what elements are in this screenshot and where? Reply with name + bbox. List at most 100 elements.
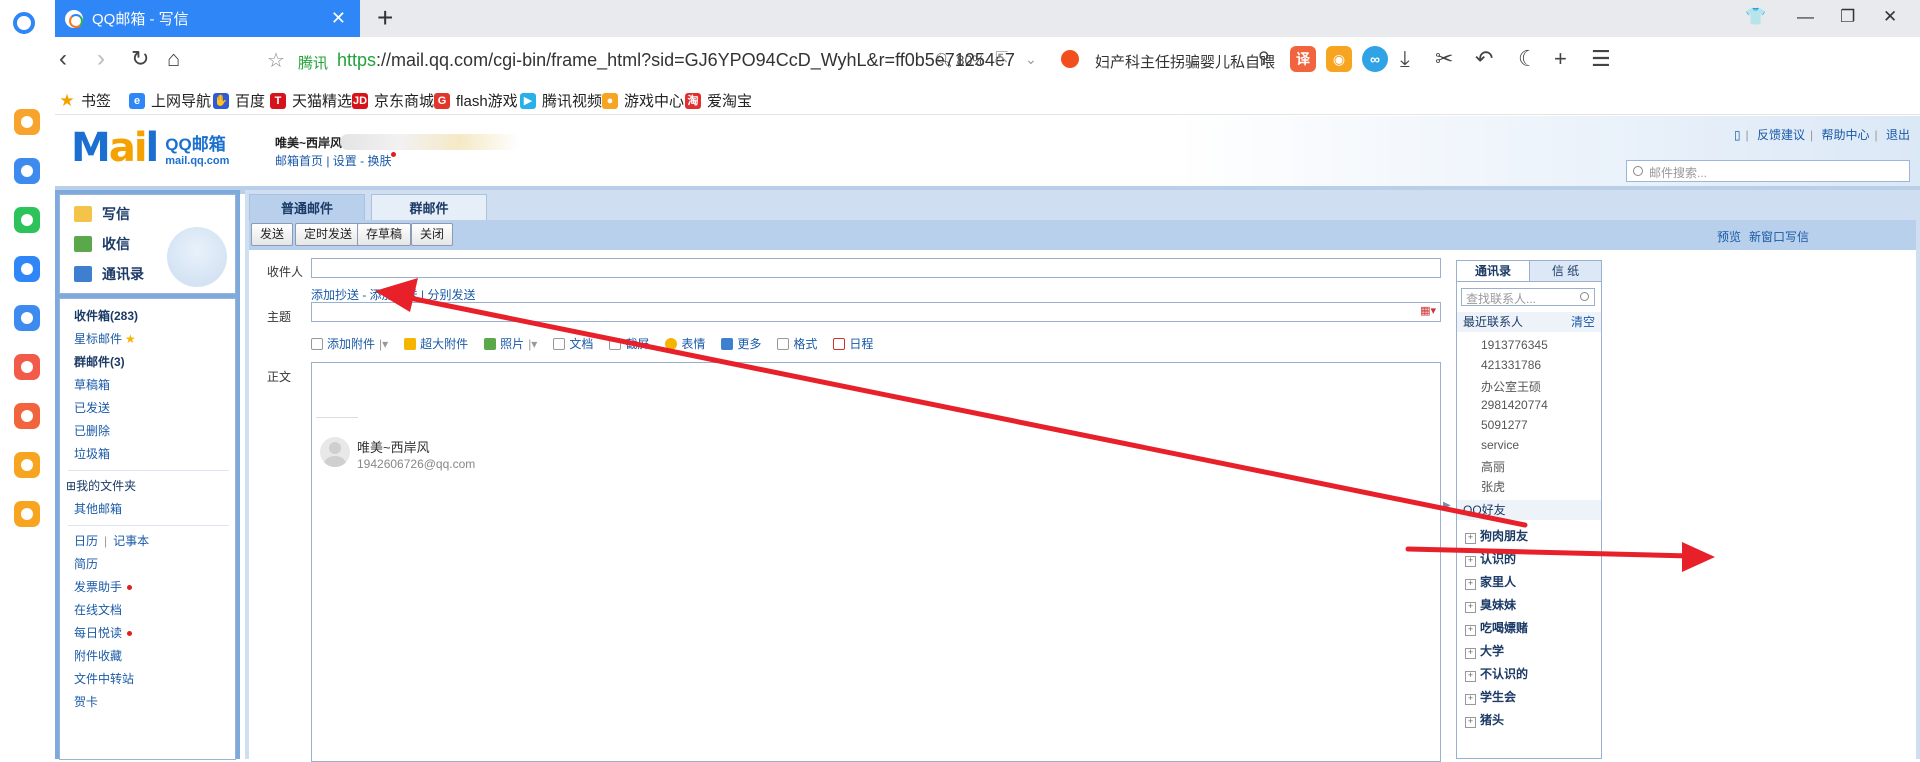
folder-group[interactable]: 群邮件(3): [60, 351, 235, 374]
user-links[interactable]: 邮箱首页 | 设置 - 换肤: [275, 152, 397, 169]
format-button[interactable]: 格式: [777, 335, 817, 352]
night-mode-icon[interactable]: ☾: [1518, 46, 1538, 72]
contact-item[interactable]: 高丽: [1481, 458, 1505, 475]
minimize-button[interactable]: —: [1797, 7, 1814, 27]
bookmark-jd[interactable]: JD 京东商城: [352, 90, 434, 111]
bookmark-favorites[interactable]: ★ 书签: [59, 90, 111, 111]
contact-item[interactable]: service: [1481, 438, 1519, 452]
extension-tool-icon[interactable]: ∞: [1362, 46, 1388, 72]
translate-icon[interactable]: [14, 354, 40, 380]
browser-search-icon[interactable]: ⚲: [1258, 46, 1270, 72]
user-links-text[interactable]: 邮箱首页 | 设置 - 换肤: [275, 154, 391, 168]
browser-search-input[interactable]: 妇产科主任拐骗婴儿私自喂: [1095, 51, 1275, 72]
tab-normal-mail[interactable]: 普通邮件: [249, 194, 365, 220]
bookmark-tencent-video[interactable]: ▶ 腾讯视频: [520, 90, 602, 111]
search-tool-icon[interactable]: [14, 452, 40, 478]
contacts-link[interactable]: 通讯录: [74, 264, 144, 284]
friend-group[interactable]: 大学: [1465, 642, 1504, 659]
contact-search-input[interactable]: 查找联系人...: [1461, 288, 1595, 306]
url-field[interactable]: https://mail.qq.com/cgi-bin/frame_html?s…: [337, 50, 1015, 71]
contact-item[interactable]: 办公室王硕: [1481, 378, 1541, 395]
contact-item[interactable]: 1913776345: [1481, 338, 1548, 352]
bookmark-star-icon[interactable]: ☆: [267, 48, 285, 73]
friend-group[interactable]: 家里人: [1465, 573, 1516, 590]
translate-tool-icon[interactable]: 译: [1290, 46, 1316, 72]
add-icon[interactable]: +: [1554, 46, 1567, 72]
large-attachment-button[interactable]: 超大附件: [404, 335, 468, 352]
friend-group[interactable]: 狗肉朋友: [1465, 527, 1528, 544]
game-tool-icon[interactable]: ◉: [1326, 46, 1352, 72]
tab-group-mail[interactable]: 群邮件: [371, 194, 487, 220]
url-dropdown-icon[interactable]: ⌄: [1025, 46, 1037, 72]
pdf-icon[interactable]: [14, 403, 40, 429]
expand-icon[interactable]: ⊞: [66, 479, 76, 493]
undo-icon[interactable]: ↶: [1475, 46, 1493, 72]
inbox-link[interactable]: 收信: [74, 234, 130, 254]
download-icon[interactable]: ⤓: [1400, 46, 1410, 72]
calendar-link[interactable]: 日历: [74, 534, 98, 548]
favorites-icon[interactable]: [14, 109, 40, 135]
screenshot-button[interactable]: 截屏: [609, 335, 649, 352]
wechat-icon[interactable]: [14, 207, 40, 233]
new-tab-button[interactable]: +: [377, 3, 393, 33]
priority-icon[interactable]: ▦▾: [1420, 304, 1436, 317]
folder-my-folders[interactable]: ⊞我的文件夹: [60, 475, 235, 498]
bookmark-baidu[interactable]: ✋ 百度: [213, 90, 265, 111]
preview-link[interactable]: 预览: [1717, 228, 1741, 245]
home-button[interactable]: ⌂: [167, 45, 180, 73]
back-button[interactable]: ‹: [59, 45, 67, 73]
qq-mail-logo[interactable]: Mail QQ邮箱 mail.qq.com: [71, 128, 229, 168]
contact-item[interactable]: 421331786: [1481, 358, 1541, 372]
friend-group[interactable]: 猪头: [1465, 711, 1504, 728]
bookmark-game-center[interactable]: ● 游戏中心: [602, 90, 684, 111]
bookmark-taobao[interactable]: 淘爱淘宝: [685, 90, 752, 111]
resume-link[interactable]: 简历: [60, 553, 235, 576]
to-input[interactable]: [311, 258, 1441, 278]
daily-link[interactable]: 每日悦读: [60, 622, 235, 645]
body-editor[interactable]: 唯美~西岸风 1942606726@qq.com: [311, 362, 1441, 762]
schedule-button[interactable]: 日程: [833, 335, 873, 352]
emoji-button[interactable]: 表情: [665, 335, 705, 352]
photo-button[interactable]: 照片 |▾: [484, 335, 537, 352]
send-icon[interactable]: [14, 256, 40, 282]
logout-link[interactable]: 退出: [1886, 128, 1910, 142]
reader-icon[interactable]: [14, 501, 40, 527]
save-draft-button[interactable]: 存草稿: [357, 223, 412, 246]
more-button[interactable]: 更多: [721, 335, 761, 352]
bookmark-flash[interactable]: Gflash游戏: [434, 90, 518, 111]
feedback-link[interactable]: 反馈建议: [1757, 128, 1805, 142]
friend-group[interactable]: 臭妹妹: [1465, 596, 1516, 613]
friend-group[interactable]: 吃喝嫖赌: [1465, 619, 1528, 636]
restore-button[interactable]: ❐: [1840, 7, 1855, 27]
help-link[interactable]: 帮助中心: [1822, 128, 1870, 142]
screenshot-scissors-icon[interactable]: ✂: [1435, 46, 1453, 72]
phone-icon[interactable]: ▯: [1734, 128, 1741, 142]
friend-group[interactable]: 不认识的: [1465, 665, 1528, 682]
friend-group[interactable]: 学生会: [1465, 688, 1516, 705]
collapse-panel-icon[interactable]: ▶: [1443, 500, 1451, 511]
invoice-link[interactable]: 发票助手: [60, 576, 235, 599]
cc-links[interactable]: 添加抄送 - 添加密送 | 分别发送: [311, 286, 475, 303]
friend-group[interactable]: 认识的: [1465, 550, 1516, 567]
schedule-send-button[interactable]: 定时发送: [295, 223, 362, 246]
subject-input[interactable]: ▦▾: [311, 302, 1441, 322]
browser-logo-icon[interactable]: [13, 12, 35, 34]
new-window-link[interactable]: 新窗口写信: [1749, 228, 1809, 245]
mail-search-input[interactable]: 邮件搜索...: [1626, 160, 1910, 182]
send-button[interactable]: 发送: [251, 223, 294, 246]
search-engine-icon[interactable]: [1061, 50, 1079, 68]
cards-link[interactable]: 贺卡: [60, 691, 235, 714]
tab-qq-mail[interactable]: QQ邮箱 - 写信 ✕: [55, 0, 360, 37]
folder-spam[interactable]: 垃圾箱: [60, 443, 235, 466]
clear-recent-link[interactable]: 清空: [1571, 312, 1595, 332]
attachments-link[interactable]: 附件收藏: [60, 645, 235, 668]
folder-drafts[interactable]: 草稿箱: [60, 374, 235, 397]
contact-item[interactable]: 张虎: [1481, 478, 1505, 495]
compose-link[interactable]: 写信: [74, 204, 130, 224]
forward-button[interactable]: ›: [97, 45, 105, 73]
contact-item[interactable]: 2981420774: [1481, 398, 1548, 412]
tab-address-book[interactable]: 通讯录: [1457, 261, 1529, 281]
reload-button[interactable]: ↻: [131, 45, 149, 73]
docs-link[interactable]: 在线文档: [60, 599, 235, 622]
tab-close-icon[interactable]: ✕: [331, 8, 346, 29]
